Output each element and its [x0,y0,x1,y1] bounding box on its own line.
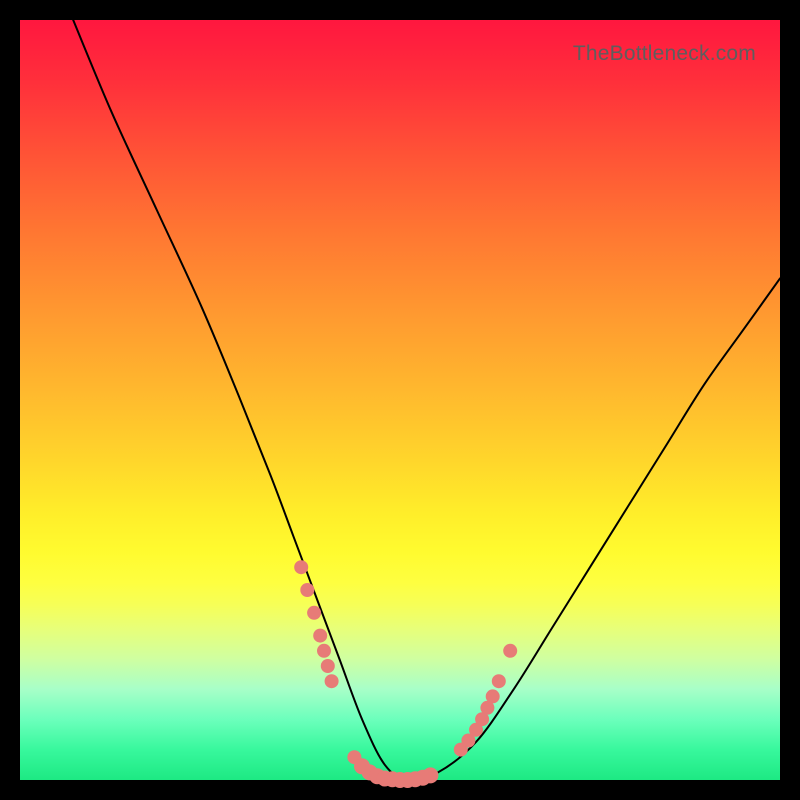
marker-dot [422,767,438,783]
bottleneck-curve [73,20,780,780]
marker-dot [325,674,339,688]
marker-dot [317,644,331,658]
marker-dot [492,674,506,688]
marker-dot [294,560,308,574]
marker-dot [307,606,321,620]
marker-dot [321,659,335,673]
chart-frame: TheBottleneck.com [0,0,800,800]
bottleneck-curve-svg [20,20,780,780]
marker-dot [300,583,314,597]
marker-dot [503,644,517,658]
plot-area: TheBottleneck.com [20,20,780,780]
marker-dot [313,629,327,643]
marker-dots-group [294,560,517,788]
marker-dot [486,689,500,703]
